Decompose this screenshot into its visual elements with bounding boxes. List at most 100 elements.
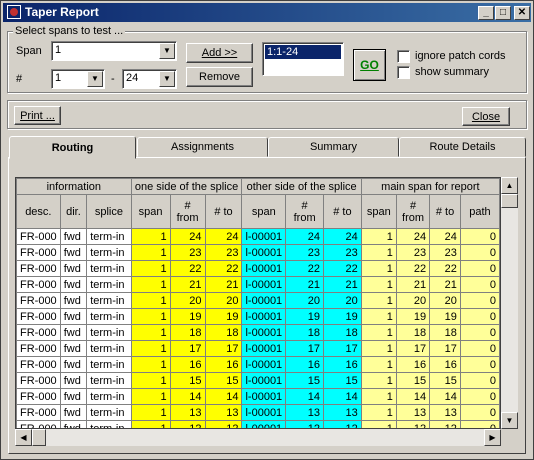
table-cell[interactable]: 24 xyxy=(323,228,362,245)
table-cell[interactable]: 22 xyxy=(323,260,362,277)
table-cell[interactable]: 19 xyxy=(429,308,461,325)
table-row[interactable]: FR-000 fwd term-in 1 24 24 l-00001 24 24 1 24 24 0 xyxy=(16,228,500,245)
table-cell[interactable]: 18 xyxy=(204,324,243,341)
scroll-right-icon[interactable]: ▶ xyxy=(484,429,501,446)
table-cell[interactable]: 16 xyxy=(395,356,431,373)
table-cell[interactable]: 24 xyxy=(395,228,431,245)
table-row[interactable]: FR-000 fwd term-in 1 15 15 l-00001 15 15 1 15 15 0 xyxy=(16,372,500,389)
table-cell[interactable]: term-in xyxy=(86,324,132,341)
table-cell[interactable]: FR-000 xyxy=(16,372,61,389)
table-cell[interactable]: FR-000 xyxy=(16,308,61,325)
table-cell[interactable]: 1 xyxy=(130,260,171,277)
column-header[interactable]: splice xyxy=(86,194,132,229)
table-cell[interactable]: 12 xyxy=(285,420,325,428)
column-header[interactable]: # to xyxy=(204,194,243,229)
table-row[interactable]: FR-000 fwd term-in 1 21 21 l-00001 21 21 1 21 21 0 xyxy=(16,276,500,293)
column-header[interactable]: span xyxy=(130,194,171,229)
table-cell[interactable]: 15 xyxy=(323,372,362,389)
table-cell[interactable]: 1 xyxy=(360,276,397,293)
table-cell[interactable]: 12 xyxy=(395,420,431,428)
table-cell[interactable]: FR-000 xyxy=(16,324,61,341)
table-cell[interactable]: 18 xyxy=(323,324,362,341)
table-cell[interactable]: 13 xyxy=(204,404,243,421)
table-cell[interactable]: 1 xyxy=(360,324,397,341)
table-cell[interactable]: 13 xyxy=(429,404,461,421)
table-cell[interactable]: 0 xyxy=(459,244,500,261)
table-cell[interactable]: term-in xyxy=(86,276,132,293)
horizontal-scroll-thumb[interactable] xyxy=(32,429,46,446)
table-cell[interactable]: 0 xyxy=(459,388,500,405)
tab-routing[interactable]: Routing xyxy=(9,136,136,159)
table-cell[interactable]: FR-000 xyxy=(16,260,61,277)
table-cell[interactable]: 24 xyxy=(429,228,461,245)
table-cell[interactable]: 22 xyxy=(285,260,325,277)
table-cell[interactable]: 1 xyxy=(360,244,397,261)
table-cell[interactable]: 23 xyxy=(169,244,206,261)
table-cell[interactable]: term-in xyxy=(86,308,132,325)
table-cell[interactable]: 16 xyxy=(323,356,362,373)
table-cell[interactable]: 18 xyxy=(395,324,431,341)
table-cell[interactable]: l-00001 xyxy=(241,356,287,373)
column-header[interactable]: desc. xyxy=(16,194,61,229)
table-cell[interactable]: fwd xyxy=(59,228,88,245)
table-cell[interactable]: 1 xyxy=(360,308,397,325)
table-cell[interactable]: 1 xyxy=(360,420,397,428)
table-cell[interactable]: 17 xyxy=(204,340,243,357)
table-cell[interactable]: fwd xyxy=(59,276,88,293)
table-cell[interactable]: 15 xyxy=(169,372,206,389)
table-cell[interactable]: term-in xyxy=(86,420,132,428)
table-cell[interactable]: 0 xyxy=(459,324,500,341)
horizontal-scrollbar[interactable]: ◀ ▶ xyxy=(15,429,501,446)
tab-assignments[interactable]: Assignments xyxy=(137,137,268,157)
list-item[interactable]: 1:1-24 xyxy=(265,45,341,59)
table-cell[interactable]: 0 xyxy=(459,276,500,293)
table-cell[interactable]: 19 xyxy=(169,308,206,325)
table-cell[interactable]: fwd xyxy=(59,324,88,341)
table-cell[interactable]: 1 xyxy=(130,356,171,373)
table-cell[interactable]: 0 xyxy=(459,228,500,245)
table-cell[interactable]: l-00001 xyxy=(241,292,287,309)
table-cell[interactable]: 14 xyxy=(285,388,325,405)
table-cell[interactable]: 19 xyxy=(204,308,243,325)
table-row[interactable]: FR-000 fwd term-in 1 17 17 l-00001 17 17 1 17 17 0 xyxy=(16,340,500,357)
to-combo[interactable]: 24 ▼ xyxy=(122,69,177,89)
vertical-scroll-thumb[interactable] xyxy=(501,194,518,208)
table-cell[interactable]: 23 xyxy=(204,244,243,261)
table-cell[interactable]: 12 xyxy=(323,420,362,428)
table-cell[interactable]: term-in xyxy=(86,404,132,421)
table-row[interactable]: FR-000 fwd term-in 1 19 19 l-00001 19 19 1 19 19 0 xyxy=(16,308,500,325)
column-header[interactable]: dir. xyxy=(59,194,88,229)
table-cell[interactable]: fwd xyxy=(59,356,88,373)
table-cell[interactable]: 0 xyxy=(459,292,500,309)
table-cell[interactable]: term-in xyxy=(86,356,132,373)
scroll-left-icon[interactable]: ◀ xyxy=(15,429,32,446)
table-cell[interactable]: fwd xyxy=(59,260,88,277)
table-cell[interactable]: 24 xyxy=(204,228,243,245)
remove-button[interactable]: Remove xyxy=(186,67,253,87)
tab-summary[interactable]: Summary xyxy=(268,137,399,157)
table-cell[interactable]: 1 xyxy=(130,276,171,293)
table-cell[interactable]: 21 xyxy=(429,276,461,293)
table-cell[interactable]: 21 xyxy=(323,276,362,293)
table-cell[interactable]: l-00001 xyxy=(241,276,287,293)
table-cell[interactable]: l-00001 xyxy=(241,324,287,341)
table-row[interactable]: FR-000 fwd term-in 1 14 14 l-00001 14 14 1 14 14 0 xyxy=(16,388,500,405)
table-cell[interactable]: 1 xyxy=(360,404,397,421)
table-cell[interactable]: 17 xyxy=(395,340,431,357)
table-cell[interactable]: 17 xyxy=(429,340,461,357)
table-cell[interactable]: 19 xyxy=(285,308,325,325)
table-cell[interactable]: 1 xyxy=(130,372,171,389)
table-cell[interactable]: 17 xyxy=(285,340,325,357)
table-cell[interactable]: 21 xyxy=(169,276,206,293)
table-cell[interactable]: 20 xyxy=(395,292,431,309)
table-cell[interactable]: 1 xyxy=(130,388,171,405)
table-cell[interactable]: fwd xyxy=(59,244,88,261)
table-cell[interactable]: l-00001 xyxy=(241,308,287,325)
title-bar[interactable]: Taper Report _ □ ✕ xyxy=(3,3,531,22)
vertical-scrollbar[interactable]: ▲ ▼ xyxy=(501,177,518,429)
column-header[interactable]: # to xyxy=(429,194,461,229)
from-combo[interactable]: 1 ▼ xyxy=(51,69,105,89)
table-cell[interactable]: 16 xyxy=(285,356,325,373)
table-cell[interactable]: 20 xyxy=(285,292,325,309)
table-cell[interactable]: 1 xyxy=(130,324,171,341)
